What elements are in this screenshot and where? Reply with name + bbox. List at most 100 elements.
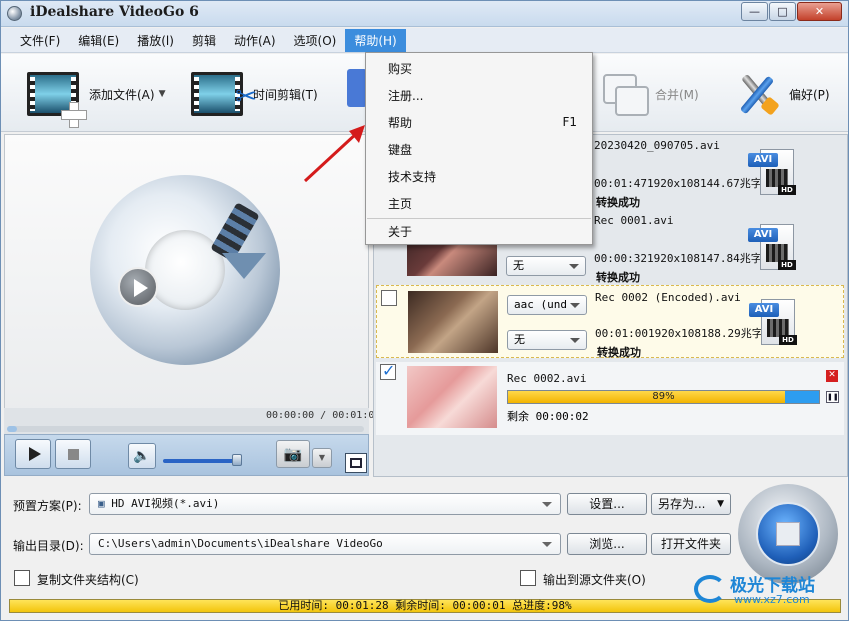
menu-clip[interactable]: 剪辑 (183, 29, 225, 52)
menu-edit[interactable]: 编辑(E) (69, 29, 128, 52)
menu-help[interactable]: 帮助(H) (345, 28, 406, 52)
file-name: Rec 0002.avi (507, 372, 587, 385)
trim-label: 时间剪辑(T) (253, 87, 318, 102)
minimize-button[interactable]: — (741, 2, 768, 21)
volume-button[interactable]: 🔈 (128, 443, 156, 469)
output-dir-label: 输出目录(D): (13, 539, 84, 553)
snapshot-dropdown-button[interactable]: ▼ (312, 448, 332, 468)
stop-icon (776, 522, 800, 546)
file-status: 转换成功 (596, 196, 640, 209)
browse-button[interactable]: 浏览... (567, 533, 647, 555)
avi-format-icon[interactable]: AVI HD (748, 147, 796, 197)
avi-format-icon[interactable]: AVI HD (748, 222, 796, 272)
preset-label: 预置方案(P): (13, 499, 82, 513)
avi-format-icon[interactable]: AVI HD (749, 297, 797, 347)
crop-icon[interactable] (347, 69, 367, 107)
file-status: 转换成功 (596, 271, 640, 284)
conversion-progress-bar: 89% (507, 390, 820, 404)
trim-button[interactable]: ✂ 时间剪辑(T) (191, 64, 318, 124)
add-file-dropdown-icon[interactable]: ▼ (159, 89, 166, 99)
play-button[interactable] (15, 439, 51, 469)
audio-track-select[interactable]: aac (und (507, 295, 587, 315)
help-menu-item-homepage[interactable]: 主页 (367, 190, 591, 216)
close-button[interactable]: ✕ (797, 2, 842, 21)
file-checkbox-checked[interactable] (380, 361, 396, 380)
subtitle-select[interactable]: 无 (507, 330, 587, 350)
playback-controls: 🔈 📷 ▼ (4, 434, 369, 476)
copy-structure-label: 复制文件夹结构(C) (37, 573, 139, 587)
time-remaining: 剩余 00:00:02 (507, 410, 589, 423)
file-meta: 00:01:471920x108144.67兆字 (594, 177, 762, 190)
save-as-button[interactable]: 另存为... ▼ (651, 493, 731, 515)
help-menu-item-support[interactable]: 技术支持 (367, 163, 591, 189)
timecode: 00:00:00 / 00:01:00 (266, 410, 381, 421)
subtitle-select[interactable]: 无 (506, 256, 586, 276)
merge-label: 合并(M) (655, 87, 699, 102)
title-bar: iDealshare VideoGo 6 — □ ✕ (1, 1, 848, 27)
file-status: 转换成功 (597, 346, 641, 359)
menu-play[interactable]: 播放(l) (128, 29, 183, 52)
speaker-icon: 🔈 (133, 448, 151, 464)
menu-action[interactable]: 动作(A) (225, 29, 285, 52)
preferences-button[interactable]: 偏好(P) (733, 64, 830, 124)
pause-button[interactable]: ❚❚ (826, 391, 839, 403)
maximize-button[interactable]: □ (769, 2, 796, 21)
fullscreen-icon (350, 458, 362, 468)
video-thumbnail (407, 366, 497, 428)
open-folder-button[interactable]: 打开文件夹 (651, 533, 731, 555)
file-row-converting[interactable]: Rec 0002.avi ✕ 89% ❚❚ 剩余 00:00:02 (376, 361, 844, 435)
fullscreen-button[interactable] (345, 453, 367, 473)
menu-file[interactable]: 文件(F) (11, 29, 69, 52)
remove-file-button[interactable]: ✕ (826, 370, 838, 382)
menu-options[interactable]: 选项(O) (285, 29, 346, 52)
settings-button[interactable]: 设置... (567, 493, 647, 515)
output-to-source-label: 输出到源文件夹(O) (543, 573, 646, 587)
file-checkbox[interactable] (381, 290, 397, 306)
merge-button[interactable]: 合并(M) (601, 64, 699, 124)
help-shortcut: F1 (562, 115, 577, 129)
film-trim-icon: ✂ (191, 66, 257, 122)
file-row-selected[interactable]: aac (und 无 Rec 0002 (Encoded).avi 00:01:… (376, 285, 844, 359)
add-file-label: 添加文件(A) (89, 87, 155, 102)
pause-icon: ❚❚ (827, 393, 839, 401)
help-menu-item-help[interactable]: 帮助 F1 (367, 109, 591, 135)
videogo-logo-icon (90, 175, 280, 365)
preset-select[interactable]: ▣ HD AVI视频(*.avi) (89, 493, 561, 515)
help-menu-item-buy[interactable]: 购买 (367, 55, 591, 81)
watermark: 极光下载站 www.xz7.com (694, 571, 844, 611)
seek-slider[interactable] (7, 426, 364, 432)
convert-stop-button[interactable] (738, 484, 848, 584)
stop-button[interactable] (55, 439, 91, 469)
file-name: Rec 0001.avi (594, 214, 674, 227)
film-icon: ▣ (98, 497, 112, 510)
progress-percent: 89% (652, 391, 675, 402)
annotation-arrow-icon (303, 125, 365, 183)
preferences-label: 偏好(P) (789, 87, 830, 102)
watermark-logo-icon (694, 575, 726, 603)
app-window: iDealshare VideoGo 6 — □ ✕ 文件(F) 编辑(E) 播… (0, 0, 849, 621)
help-menu-item-about[interactable]: 关于 (367, 218, 591, 244)
output-dir-select[interactable]: C:\Users\admin\Documents\iDealshare Vide… (89, 533, 561, 555)
add-file-icon (27, 66, 87, 128)
chevron-down-icon: ▼ (717, 499, 724, 509)
camera-icon: 📷 (283, 445, 303, 463)
file-name: 20230420_090705.avi (594, 139, 720, 152)
volume-knob[interactable] (232, 454, 242, 466)
help-menu-dropdown: 购买 注册... 帮助 F1 键盘 技术支持 主页 关于 (365, 52, 593, 245)
help-menu-item-register[interactable]: 注册... (367, 82, 591, 108)
merge-icon (601, 70, 649, 118)
copy-structure-checkbox[interactable] (14, 570, 30, 586)
play-icon (28, 447, 41, 461)
help-menu-item-keyboard[interactable]: 键盘 (367, 136, 591, 162)
app-icon[interactable] (7, 6, 22, 21)
output-to-source-checkbox[interactable] (520, 570, 536, 586)
add-file-button[interactable]: 添加文件(A) ▼ (27, 64, 166, 128)
tools-icon (733, 69, 783, 119)
snapshot-button[interactable]: 📷 (276, 440, 310, 468)
volume-slider[interactable] (163, 459, 241, 463)
file-meta: 00:00:321920x108147.84兆字 (594, 252, 762, 265)
stop-icon (67, 448, 79, 460)
window-title: iDealshare VideoGo 6 (30, 4, 199, 20)
menu-bar: 文件(F) 编辑(E) 播放(l) 剪辑 动作(A) 选项(O) 帮助(H) (1, 28, 848, 53)
video-thumbnail (408, 291, 498, 353)
